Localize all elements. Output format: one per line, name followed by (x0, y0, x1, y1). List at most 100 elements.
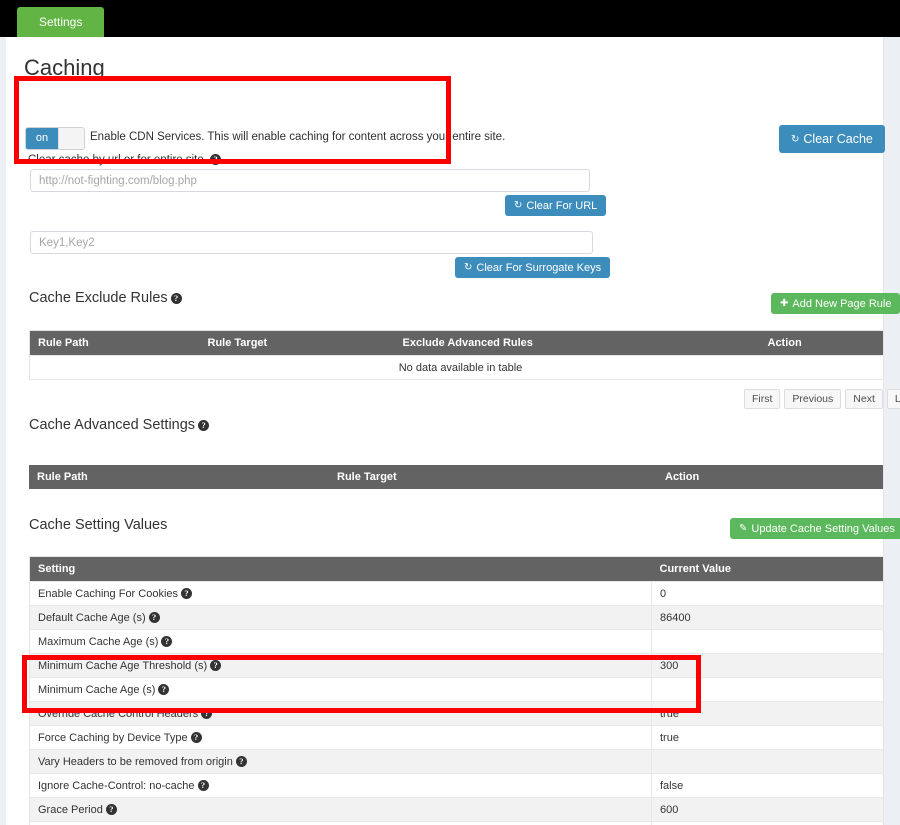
help-icon[interactable]: ? (197, 779, 209, 791)
help-icon[interactable]: ? (161, 635, 173, 647)
clear-for-url-button[interactable]: ↻ Clear For URL (505, 195, 607, 216)
right-rail (884, 37, 900, 825)
table-header-row: Setting Current Value (29, 556, 884, 582)
clear-for-surrogate-keys-button-label: Clear For Surrogate Keys (476, 261, 602, 274)
cache-setting-values-body: Enable Caching For Cookies? 0 Default Cach… (29, 581, 884, 825)
setting-value-cell: 600 (651, 797, 884, 822)
tab-settings-label: Settings (39, 15, 83, 29)
setting-value-cell: false (651, 773, 884, 798)
setting-name-label: Minimum Cache Age Threshold (s) (38, 659, 208, 672)
tab-settings[interactable]: Settings (17, 7, 105, 37)
table-row: Ignore Cache-Control: no-cache? false (29, 773, 884, 798)
empty-table-message: No data available in table (29, 355, 884, 380)
cache-advanced-settings-heading: Cache Advanced Settings? (29, 417, 210, 433)
help-icon[interactable]: ? (181, 587, 193, 599)
cache-exclude-rules-heading-text: Cache Exclude Rules (29, 290, 168, 306)
column-header-rule-target[interactable]: Rule Target (329, 465, 657, 489)
cache-exclude-rules-table: Rule Path Rule Target Exclude Advanced R… (29, 330, 884, 380)
table-row-empty: No data available in table (29, 355, 884, 380)
clear-cache-button-label: Clear Cache (803, 132, 873, 146)
cdn-toggle[interactable]: on (25, 127, 85, 150)
cache-exclude-rules-heading: Cache Exclude Rules? (29, 290, 182, 306)
setting-name-cell: Grace Period? (29, 797, 652, 822)
table-row: Vary Headers to be removed from origin? (29, 749, 884, 774)
column-header-action[interactable]: Action (657, 465, 883, 489)
setting-name-label: Maximum Cache Age (s) (38, 635, 159, 648)
column-header-rule-path[interactable]: Rule Path (29, 330, 200, 356)
setting-value-cell: 300 (651, 653, 884, 678)
plus-icon: ✚ (780, 298, 789, 309)
column-header-action[interactable]: Action (759, 330, 884, 356)
setting-value-cell: 0 (651, 581, 884, 606)
help-icon[interactable]: ? (148, 611, 160, 623)
table-header-row: Rule Path Rule Target Action (29, 465, 883, 489)
refresh-icon: ↻ (514, 200, 523, 211)
help-icon[interactable]: ? (158, 683, 170, 695)
clear-cache-label: Clear cache by url or for entire site.? (28, 154, 221, 166)
column-header-setting[interactable]: Setting (29, 556, 652, 582)
setting-name-label: Ignore Cache-Control: no-cache (38, 779, 195, 792)
add-new-page-rule-button[interactable]: ✚ Add New Page Rule (771, 293, 900, 314)
setting-name-cell: Vary Headers to be removed from origin? (29, 749, 652, 774)
help-icon[interactable]: ? (190, 731, 202, 743)
page-title: Caching (24, 55, 105, 80)
setting-name-label: Enable Caching For Cookies (38, 587, 179, 600)
setting-name-cell: Force Caching by Device Type? (29, 725, 652, 750)
setting-name-label: Force Caching by Device Type (38, 731, 188, 744)
help-icon[interactable]: ? (105, 803, 117, 815)
clear-cache-label-text: Clear cache by url or for entire site. (28, 154, 207, 166)
table-row: Grace Period? 600 (29, 797, 884, 822)
pagination-last[interactable]: Last (886, 389, 900, 409)
cache-advanced-settings-heading-text: Cache Advanced Settings (29, 417, 196, 433)
column-header-rule-target[interactable]: Rule Target (199, 330, 395, 356)
help-icon[interactable]: ? (210, 659, 222, 671)
pagination-previous[interactable]: Previous (784, 389, 842, 409)
pencil-icon: ✎ (739, 523, 748, 534)
column-header-current-value[interactable]: Current Value (651, 556, 884, 582)
pagination-next[interactable]: Next (845, 389, 883, 409)
table-row: Vary Headers to be added to origin? (29, 821, 884, 825)
setting-value-cell: true (651, 701, 884, 726)
column-header-rule-path[interactable]: Rule Path (29, 465, 329, 489)
setting-value-cell: 86400 (651, 605, 884, 630)
clear-for-url-button-label: Clear For URL (526, 199, 598, 212)
table-row: Minimum Cache Age (s)? (29, 677, 884, 702)
setting-value-cell (651, 629, 884, 654)
setting-name-cell: Minimum Cache Age Threshold (s)? (29, 653, 652, 678)
setting-value-cell: true (651, 725, 884, 750)
table-row: Default Cache Age (s)? 86400 (29, 605, 884, 630)
setting-name-cell: Default Cache Age (s)? (29, 605, 652, 630)
clear-cache-button[interactable]: ↻ Clear Cache (779, 125, 885, 153)
help-icon[interactable]: ? (209, 154, 221, 165)
table-header-row: Rule Path Rule Target Exclude Advanced R… (29, 330, 884, 356)
setting-name-cell: Enable Caching For Cookies? (29, 581, 652, 606)
update-cache-setting-values-button-label: Update Cache Setting Values (751, 522, 895, 535)
help-icon[interactable]: ? (170, 293, 182, 304)
pagination-first[interactable]: First (744, 389, 781, 409)
setting-value-cell (651, 749, 884, 774)
setting-value-cell (651, 677, 884, 702)
help-icon[interactable]: ? (235, 755, 247, 767)
setting-name-label: Minimum Cache Age (s) (38, 683, 156, 696)
setting-name-cell: Maximum Cache Age (s)? (29, 629, 652, 654)
update-cache-setting-values-button[interactable]: ✎ Update Cache Setting Values (730, 518, 900, 539)
setting-name-label: Override Cache Control Headers (38, 707, 199, 720)
setting-value-cell (651, 821, 884, 825)
page-root: Settings Caching on Enable CDN Services.… (0, 0, 900, 825)
clear-for-surrogate-keys-button[interactable]: ↻ Clear For Surrogate Keys (455, 257, 611, 278)
content-panel: Caching on Enable CDN Services. This wil… (6, 37, 900, 825)
help-icon[interactable]: ? (198, 420, 210, 431)
setting-name-cell: Vary Headers to be added to origin? (29, 821, 652, 825)
cdn-description: Enable CDN Services. This will enable ca… (90, 131, 506, 143)
cdn-toggle-knob (58, 128, 84, 149)
setting-name-label: Vary Headers to be removed from origin (38, 755, 233, 768)
surrogate-keys-input[interactable] (30, 231, 593, 254)
table-row: Override Cache Control Headers? true (29, 701, 884, 726)
refresh-icon: ↻ (464, 262, 473, 273)
column-header-exclude-advanced-rules[interactable]: Exclude Advanced Rules (394, 330, 760, 356)
clear-cache-url-input[interactable] (30, 169, 590, 192)
setting-name-cell: Override Cache Control Headers? (29, 701, 652, 726)
cache-setting-values-heading: Cache Setting Values (29, 517, 168, 533)
setting-name-cell: Ignore Cache-Control: no-cache? (29, 773, 652, 798)
help-icon[interactable]: ? (201, 707, 213, 719)
